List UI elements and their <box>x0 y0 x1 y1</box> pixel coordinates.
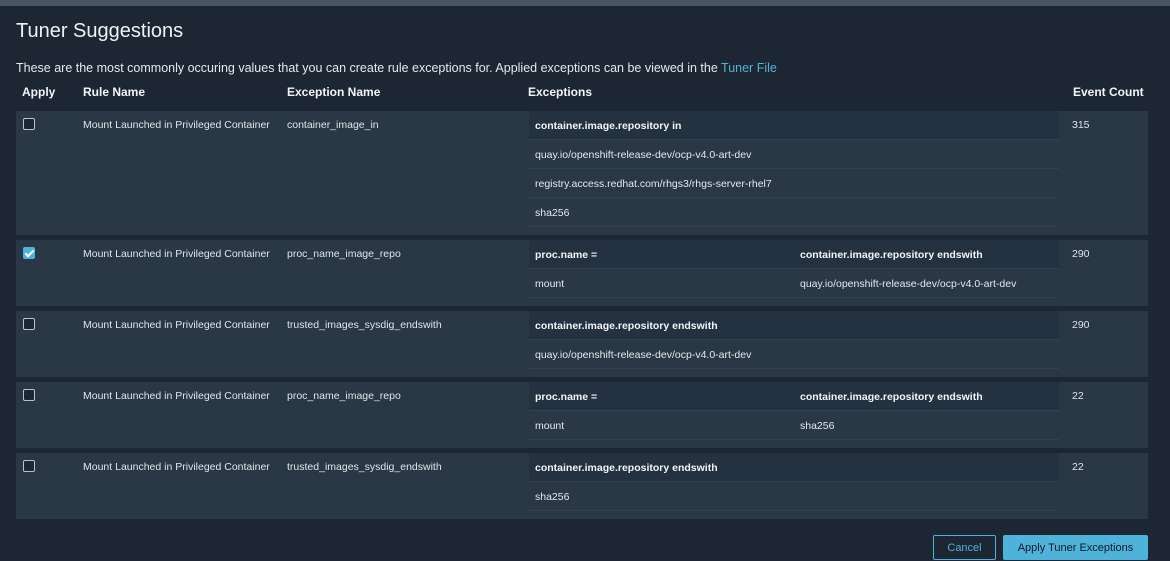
apply-checkbox[interactable] <box>23 118 35 130</box>
exception-value: quay.io/openshift-release-dev/ocp-v4.0-a… <box>535 349 752 361</box>
exception-value: quay.io/openshift-release-dev/ocp-v4.0-a… <box>535 149 752 161</box>
exception-value: mount <box>535 420 565 432</box>
exceptions-header-row: proc.name = container.image.repository en… <box>529 382 1059 411</box>
exception-value: sha256 <box>535 491 570 503</box>
exception-field-header: container.image.repository endswith <box>800 249 983 261</box>
event-count: 22 <box>1072 461 1084 473</box>
exception-value-row: quay.io/openshift-release-dev/ocp-v4.0-a… <box>529 140 1059 169</box>
description-text: These are the most commonly occuring val… <box>16 61 722 75</box>
exceptions-table: container.image.repository in quay.io/ope… <box>529 111 1059 227</box>
table-row: Mount Launched in Privileged Container co… <box>16 111 1148 235</box>
apply-checkbox[interactable] <box>23 247 35 259</box>
exceptions-table: container.image.repository endswith sha25… <box>529 453 1059 511</box>
exceptions-table: proc.name = container.image.repository en… <box>529 240 1059 298</box>
exception-value-row: registry.access.redhat.com/rhgs3/rhgs-se… <box>529 169 1059 198</box>
exception-name: proc_name_image_repo <box>287 390 401 402</box>
table-row: Mount Launched in Privileged Container tr… <box>16 453 1148 519</box>
column-header-event-count: Event Count <box>1073 85 1144 99</box>
event-count: 290 <box>1072 319 1090 331</box>
event-count: 290 <box>1072 248 1090 260</box>
exceptions-header-row: container.image.repository endswith <box>529 311 1059 340</box>
exceptions-header-row: proc.name = container.image.repository en… <box>529 240 1059 269</box>
exception-value: sha256 <box>535 207 570 219</box>
column-header-exceptions: Exceptions <box>528 85 593 99</box>
apply-checkbox[interactable] <box>23 460 35 472</box>
cancel-button[interactable]: Cancel <box>933 535 996 560</box>
exception-value: sha256 <box>800 420 835 432</box>
exception-field-header: proc.name = <box>535 249 598 261</box>
exception-name: proc_name_image_repo <box>287 248 401 260</box>
exception-field-header: container.image.repository endswith <box>800 391 983 403</box>
exceptions-table: proc.name = container.image.repository en… <box>529 382 1059 440</box>
exception-value-row: mount sha256 <box>529 411 1059 440</box>
rule-name: Mount Launched in Privileged Container <box>83 319 270 331</box>
exceptions-header-row: container.image.repository endswith <box>529 453 1059 482</box>
description: These are the most commonly occuring val… <box>16 61 777 75</box>
table-row: Mount Launched in Privileged Container tr… <box>16 311 1148 377</box>
exception-name: trusted_images_sysdig_endswith <box>287 319 442 331</box>
column-header-apply: Apply <box>22 85 56 99</box>
table-row: Mount Launched in Privileged Container pr… <box>16 382 1148 448</box>
exception-value-row: mount quay.io/openshift-release-dev/ocp-v… <box>529 269 1059 298</box>
exception-value: mount <box>535 278 565 290</box>
rule-name: Mount Launched in Privileged Container <box>83 461 270 473</box>
exception-value-row: sha256 <box>529 198 1059 227</box>
apply-tuner-exceptions-button[interactable]: Apply Tuner Exceptions <box>1003 535 1148 560</box>
column-header-exception-name: Exception Name <box>287 85 381 99</box>
exception-value: quay.io/openshift-release-dev/ocp-v4.0-a… <box>800 278 1017 290</box>
exception-field-header: container.image.repository in <box>535 120 682 132</box>
exception-name: trusted_images_sysdig_endswith <box>287 461 442 473</box>
exception-value-row: quay.io/openshift-release-dev/ocp-v4.0-a… <box>529 340 1059 369</box>
rule-name: Mount Launched in Privileged Container <box>83 248 270 260</box>
tuner-file-link[interactable]: Tuner File <box>721 61 777 75</box>
exception-value: registry.access.redhat.com/rhgs3/rhgs-se… <box>535 178 772 190</box>
exceptions-header-row: container.image.repository in <box>529 111 1059 140</box>
event-count: 22 <box>1072 390 1084 402</box>
exceptions-table: container.image.repository endswith quay.… <box>529 311 1059 369</box>
exception-name: container_image_in <box>287 119 379 131</box>
table-row: Mount Launched in Privileged Container pr… <box>16 240 1148 306</box>
column-header-rule-name: Rule Name <box>83 85 146 99</box>
event-count: 315 <box>1072 119 1090 131</box>
rule-name: Mount Launched in Privileged Container <box>83 119 270 131</box>
apply-checkbox[interactable] <box>23 389 35 401</box>
exception-field-header: container.image.repository endswith <box>535 462 718 474</box>
apply-checkbox[interactable] <box>23 318 35 330</box>
top-bar <box>0 0 1170 6</box>
rule-name: Mount Launched in Privileged Container <box>83 390 270 402</box>
exception-value-row: sha256 <box>529 482 1059 511</box>
exception-field-header: proc.name = <box>535 391 598 403</box>
page-title: Tuner Suggestions <box>16 20 184 42</box>
exception-field-header: container.image.repository endswith <box>535 320 718 332</box>
